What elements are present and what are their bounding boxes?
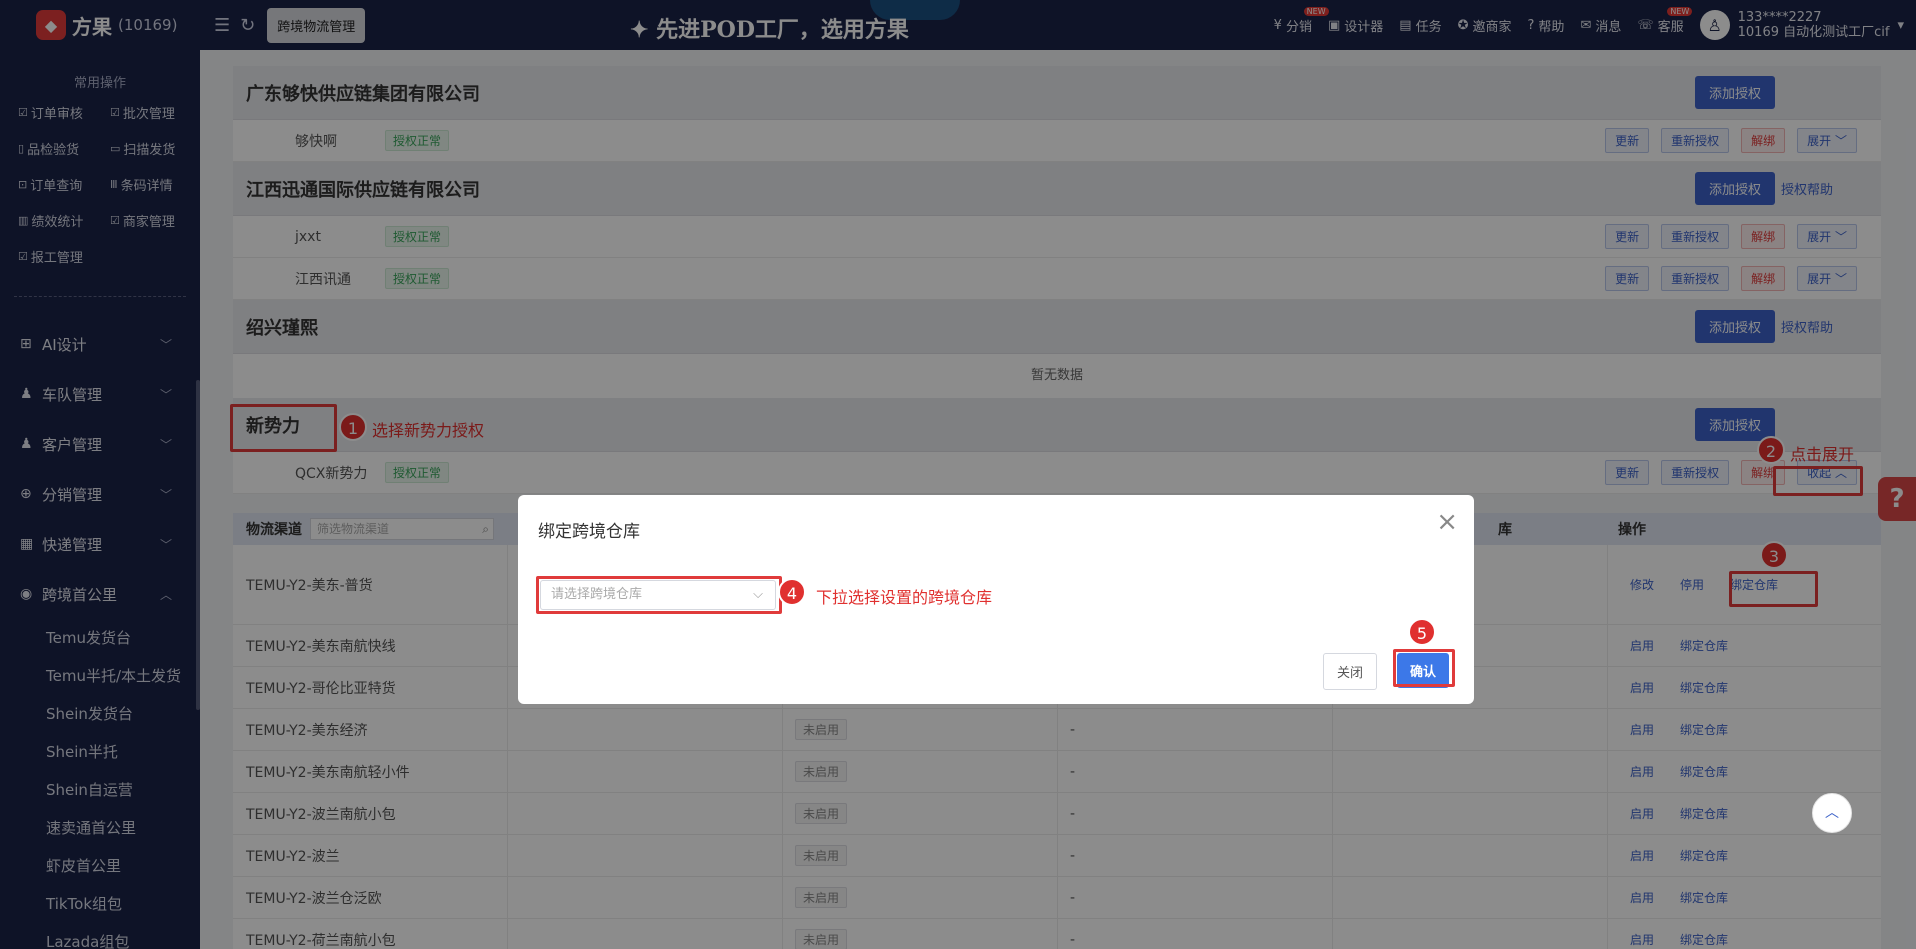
step-4-text: 下拉选择设置的跨境仓库 (816, 588, 993, 607)
step-5-marker: 5 (1408, 618, 1436, 646)
dialog-title: 绑定跨境仓库 (538, 522, 640, 542)
highlight-confirm (1393, 649, 1455, 687)
app-root: ◆ 方果 (10169) ☰ ↻ 跨境物流管理 ✦ 先进POD工厂，选用方果 ¥… (0, 0, 1916, 949)
bind-warehouse-dialog: 绑定跨境仓库 × 请选择跨境仓库 ⌵ 4 下拉选择设置的跨境仓库 关闭 确认 5 (518, 495, 1474, 704)
close-icon[interactable]: × (1436, 507, 1458, 537)
back-to-top-button[interactable]: ︿ (1812, 793, 1852, 833)
close-button[interactable]: 关闭 (1323, 653, 1378, 690)
step-4-marker: 4 (778, 578, 806, 606)
modal-overlay[interactable] (0, 0, 1916, 949)
highlight-select (536, 576, 782, 614)
